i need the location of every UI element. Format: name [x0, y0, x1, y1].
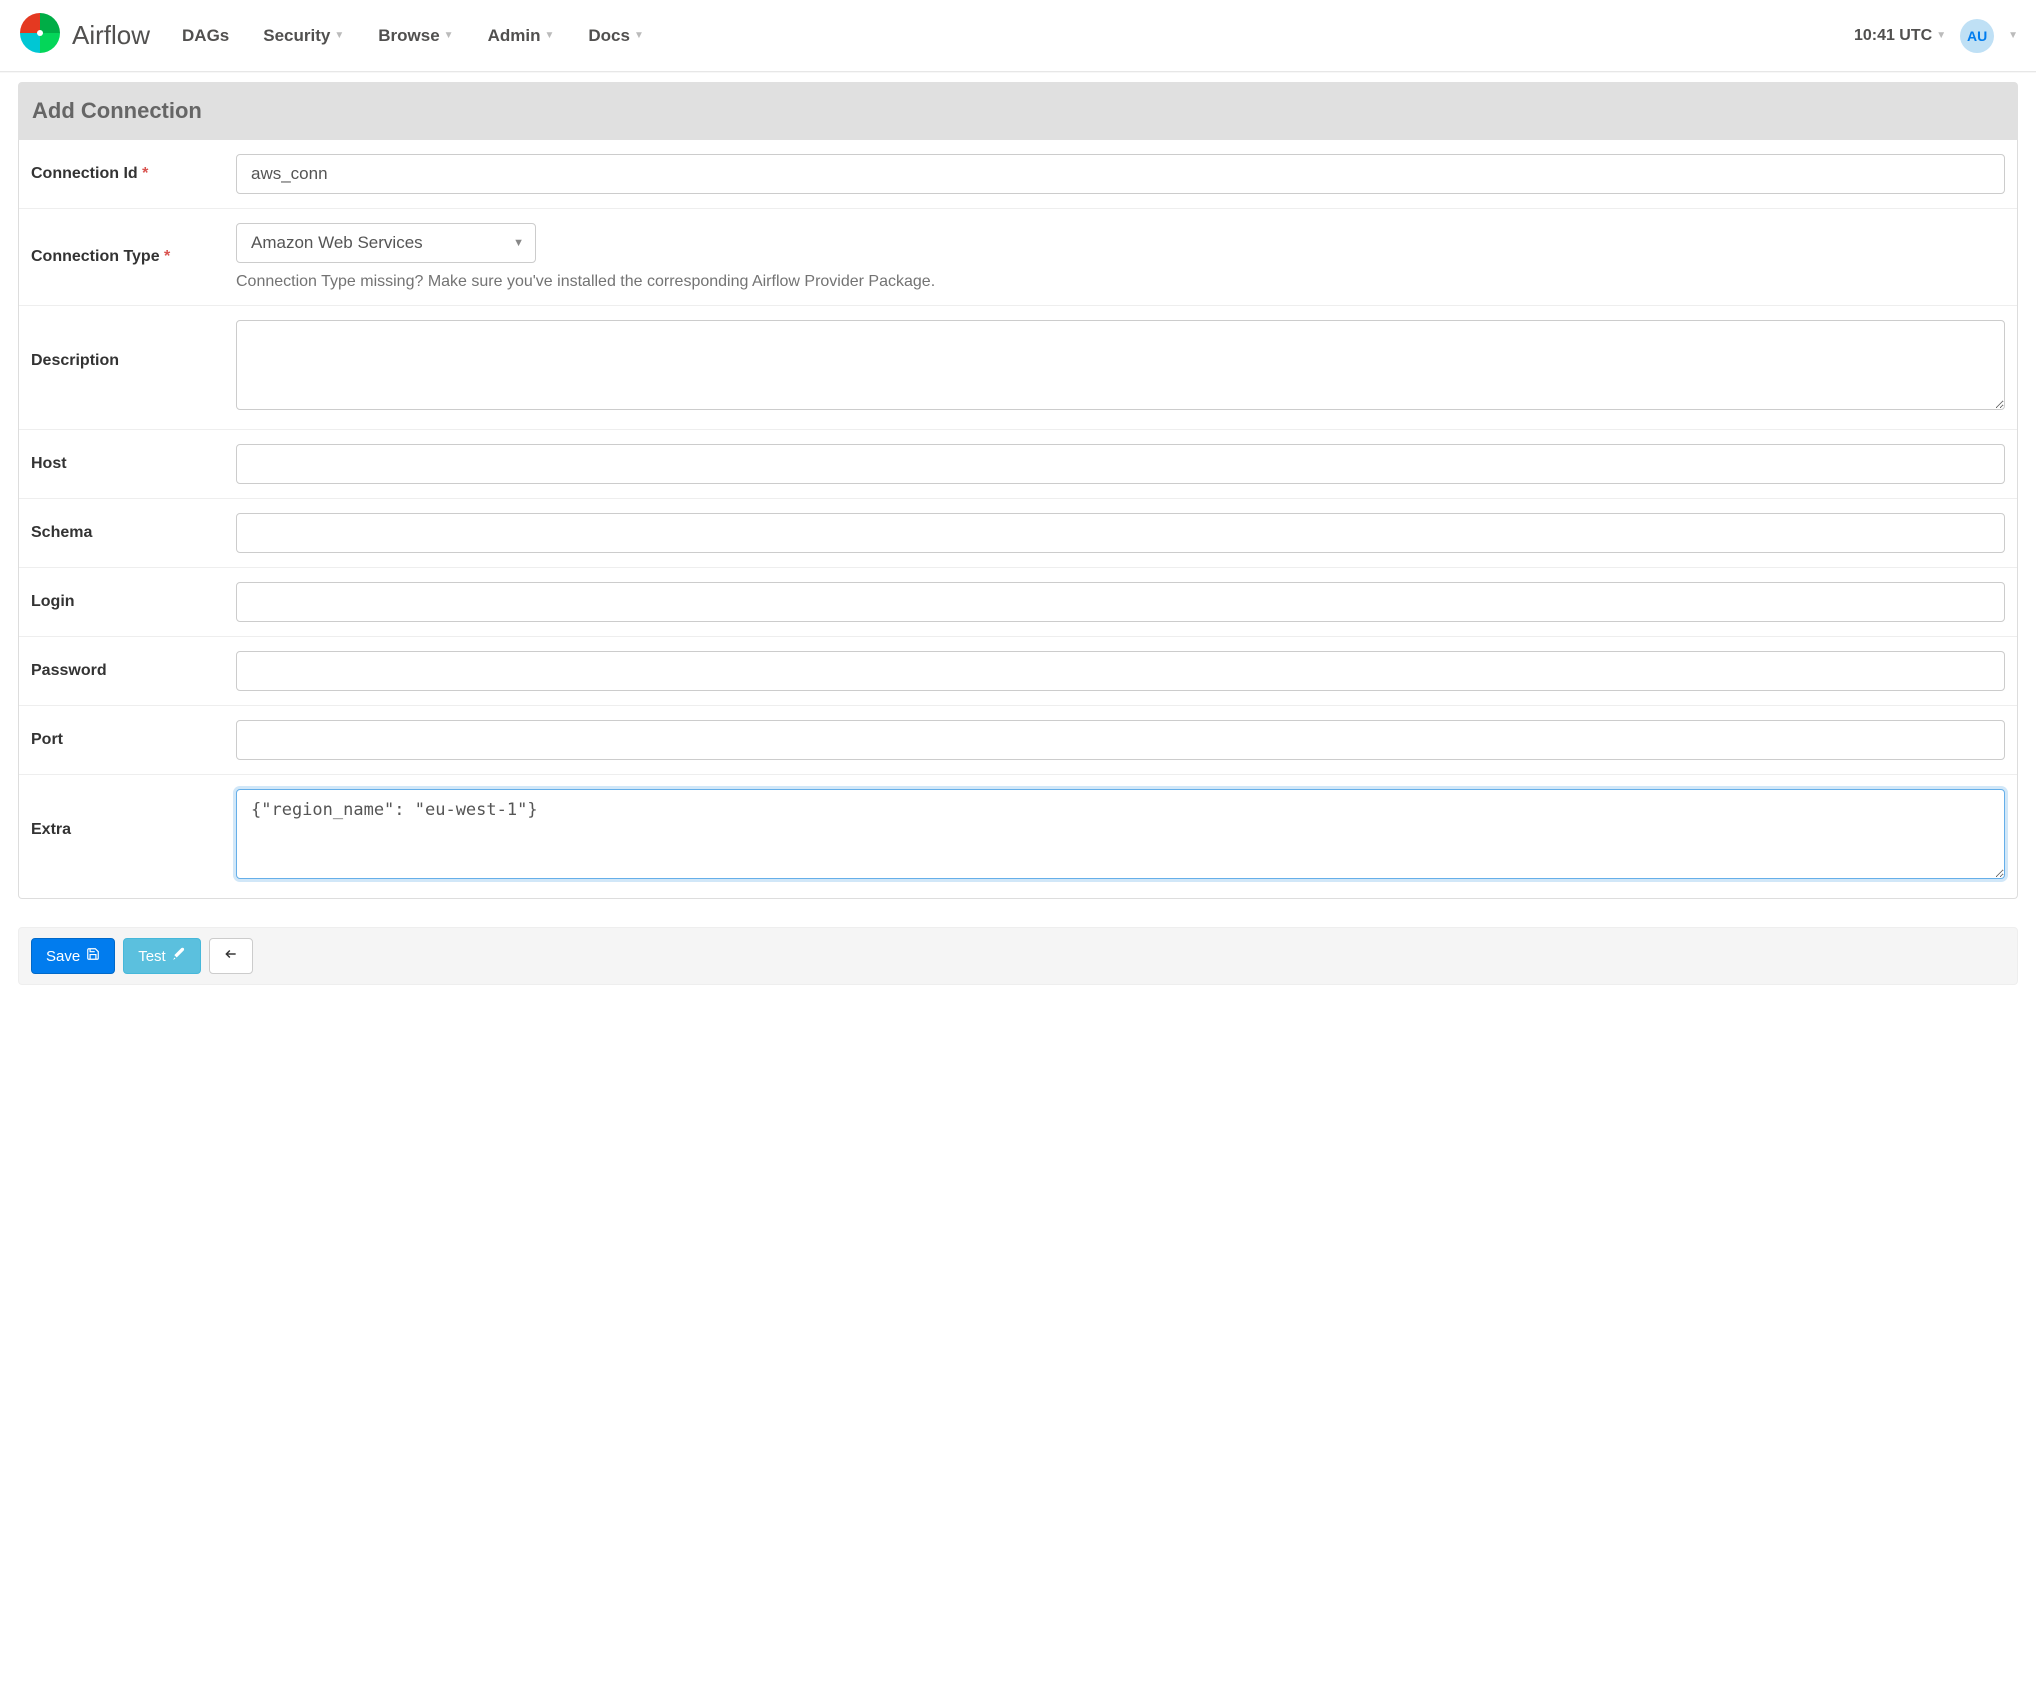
test-button[interactable]: Test	[123, 938, 201, 974]
row-description: Description	[19, 305, 2017, 429]
conn-id-input[interactable]	[236, 154, 2005, 194]
row-conn-type: Connection Type * Amazon Web Services ▼ …	[19, 208, 2017, 305]
page-title: Add Connection	[18, 82, 2018, 140]
clock[interactable]: 10:41 UTC ▼	[1854, 27, 1946, 45]
nav-links: DAGs Security ▼ Browse ▼ Admin ▼ Docs ▼	[182, 26, 644, 46]
required-asterisk: *	[164, 248, 170, 265]
nav-security[interactable]: Security ▼	[263, 26, 344, 46]
nav-right: 10:41 UTC ▼ AU ▼	[1854, 19, 2018, 53]
brand[interactable]: Airflow	[18, 11, 150, 60]
label-description: Description	[31, 320, 236, 370]
row-extra: Extra	[19, 774, 2017, 898]
back-button[interactable]	[209, 938, 253, 974]
row-conn-id: Connection Id *	[19, 140, 2017, 208]
label-conn-id-text: Connection Id	[31, 165, 138, 182]
chevron-down-icon: ▼	[634, 30, 644, 41]
nav-admin[interactable]: Admin ▼	[488, 26, 555, 46]
navbar: Airflow DAGs Security ▼ Browse ▼ Admin ▼…	[0, 0, 2036, 72]
row-password: Password	[19, 636, 2017, 705]
save-icon	[86, 947, 100, 965]
chevron-down-icon: ▼	[334, 30, 344, 41]
test-button-label: Test	[138, 948, 166, 965]
nav-dags-label: DAGs	[182, 26, 229, 46]
label-conn-type-text: Connection Type	[31, 248, 160, 265]
row-port: Port	[19, 705, 2017, 774]
label-conn-type: Connection Type *	[31, 248, 236, 266]
label-conn-id: Connection Id *	[31, 165, 236, 183]
nav-browse[interactable]: Browse ▼	[378, 26, 453, 46]
save-button-label: Save	[46, 948, 80, 965]
label-port: Port	[31, 731, 236, 749]
conn-type-select[interactable]: Amazon Web Services	[236, 223, 536, 263]
label-password: Password	[31, 662, 236, 680]
page: Add Connection Connection Id * Connectio…	[0, 72, 2036, 1015]
save-button[interactable]: Save	[31, 938, 115, 974]
row-login: Login	[19, 567, 2017, 636]
schema-input[interactable]	[236, 513, 2005, 553]
nav-security-label: Security	[263, 26, 330, 46]
actions-bar: Save Test	[18, 927, 2018, 985]
nav-dags[interactable]: DAGs	[182, 26, 229, 46]
nav-docs[interactable]: Docs ▼	[588, 26, 643, 46]
form-panel: Connection Id * Connection Type * Amazon…	[18, 140, 2018, 899]
row-host: Host	[19, 429, 2017, 498]
chevron-down-icon: ▼	[2008, 30, 2018, 41]
extra-input[interactable]	[236, 789, 2005, 879]
nav-browse-label: Browse	[378, 26, 439, 46]
label-host: Host	[31, 455, 236, 473]
conn-type-selected: Amazon Web Services	[251, 233, 423, 253]
avatar[interactable]: AU	[1960, 19, 1994, 53]
label-schema: Schema	[31, 524, 236, 542]
chevron-down-icon: ▼	[1936, 30, 1946, 41]
conn-type-help: Connection Type missing? Make sure you'v…	[236, 273, 2005, 291]
arrow-left-icon	[224, 947, 238, 965]
row-schema: Schema	[19, 498, 2017, 567]
port-input[interactable]	[236, 720, 2005, 760]
host-input[interactable]	[236, 444, 2005, 484]
airflow-logo-icon	[18, 11, 62, 60]
label-extra: Extra	[31, 789, 236, 839]
rocket-icon	[172, 947, 186, 965]
nav-admin-label: Admin	[488, 26, 541, 46]
description-input[interactable]	[236, 320, 2005, 410]
avatar-initials: AU	[1967, 28, 1987, 44]
nav-docs-label: Docs	[588, 26, 630, 46]
clock-time: 10:41 UTC	[1854, 27, 1932, 45]
chevron-down-icon: ▼	[544, 30, 554, 41]
password-input[interactable]	[236, 651, 2005, 691]
label-login: Login	[31, 593, 236, 611]
required-asterisk: *	[142, 165, 148, 182]
chevron-down-icon: ▼	[444, 30, 454, 41]
brand-name: Airflow	[72, 20, 150, 51]
login-input[interactable]	[236, 582, 2005, 622]
